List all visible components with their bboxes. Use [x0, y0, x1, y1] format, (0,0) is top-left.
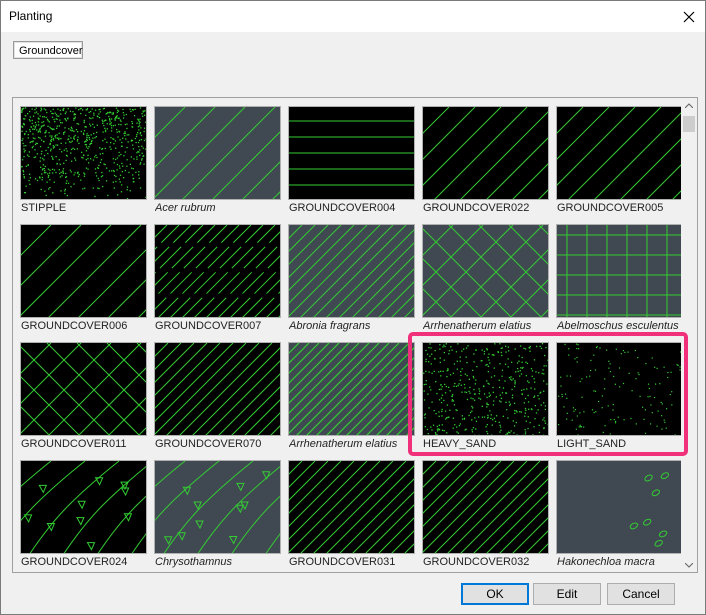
pattern-preview [557, 225, 682, 317]
pattern-preview [423, 461, 548, 553]
pattern-preview [155, 343, 280, 435]
pattern-preview [155, 461, 280, 553]
pattern-tile[interactable]: HEAVY_SAND [422, 342, 549, 458]
pattern-tile[interactable]: Chrysothamnus [154, 460, 281, 572]
pattern-label: GROUNDCOVER024 [21, 556, 128, 568]
pattern-label: Acer rubrum [155, 202, 216, 214]
pattern-swatch [154, 224, 281, 318]
pattern-tile[interactable]: Arrhenatherum elatius [288, 342, 415, 458]
pattern-preview [289, 461, 414, 553]
pattern-preview [289, 343, 414, 435]
window-title: Planting [9, 9, 53, 23]
pattern-preview [423, 343, 548, 435]
pattern-preview [21, 225, 146, 317]
pattern-swatch [556, 342, 683, 436]
pattern-tile[interactable]: Acer rubrum [154, 106, 281, 222]
pattern-tile[interactable]: GROUNDCOVER006 [20, 224, 147, 340]
scroll-down-arrow[interactable] [681, 558, 697, 572]
pattern-preview [423, 107, 548, 199]
planting-dialog: Planting Groundcover STIPPLE Acer rubrum G… [0, 0, 706, 615]
pattern-swatch [20, 106, 147, 200]
pattern-label: GROUNDCOVER004 [289, 202, 396, 214]
pattern-swatch [422, 342, 549, 436]
pattern-swatch [288, 460, 415, 554]
pattern-preview [21, 107, 146, 199]
pattern-tile[interactable]: GROUNDCOVER011 [20, 342, 147, 458]
pattern-preview [557, 461, 682, 553]
pattern-label: GROUNDCOVER005 [557, 202, 664, 214]
chevron-down-icon [685, 562, 693, 568]
pattern-label: Abelmoschus esculentus [557, 320, 679, 332]
pattern-tile[interactable]: Abelmoschus esculentus [556, 224, 683, 340]
chevron-up-icon [685, 102, 693, 108]
pattern-tile[interactable]: GROUNDCOVER024 [20, 460, 147, 572]
pattern-tile[interactable]: STIPPLE [20, 106, 147, 222]
pattern-swatch [20, 460, 147, 554]
pattern-swatch [422, 224, 549, 318]
pattern-swatch [556, 224, 683, 318]
pattern-swatch [556, 460, 683, 554]
pattern-swatch [422, 106, 549, 200]
pattern-label: Arrhenatherum elatius [289, 438, 398, 450]
pattern-tile[interactable]: LIGHT_SAND [556, 342, 683, 458]
pattern-label: GROUNDCOVER011 [21, 438, 127, 450]
pattern-preview [155, 107, 280, 199]
scroll-up-arrow[interactable] [681, 98, 697, 112]
pattern-tile[interactable]: Abronia fragrans [288, 224, 415, 340]
tab-groundcover[interactable]: Groundcover [13, 41, 83, 59]
pattern-label: LIGHT_SAND [557, 438, 627, 450]
pattern-tile[interactable]: GROUNDCOVER070 [154, 342, 281, 458]
pattern-preview [289, 225, 414, 317]
pattern-tile[interactable]: GROUNDCOVER032 [422, 460, 549, 572]
pattern-tile[interactable]: Hakonechloa macra [556, 460, 683, 572]
gallery-scrollbar[interactable] [681, 98, 697, 572]
pattern-preview [423, 225, 548, 317]
pattern-preview [155, 225, 280, 317]
pattern-swatch [556, 106, 683, 200]
pattern-label: STIPPLE [21, 202, 67, 214]
pattern-label: GROUNDCOVER006 [21, 320, 128, 332]
pattern-swatch [422, 460, 549, 554]
pattern-swatch [154, 460, 281, 554]
pattern-tile[interactable]: GROUNDCOVER004 [288, 106, 415, 222]
pattern-tile[interactable]: GROUNDCOVER005 [556, 106, 683, 222]
ok-button[interactable]: OK [461, 583, 529, 605]
pattern-tile[interactable]: GROUNDCOVER031 [288, 460, 415, 572]
pattern-label: GROUNDCOVER031 [289, 556, 396, 568]
pattern-preview [557, 343, 682, 435]
pattern-swatch [20, 224, 147, 318]
pattern-preview [21, 461, 146, 553]
pattern-label: Abronia fragrans [289, 320, 371, 332]
pattern-preview [557, 107, 682, 199]
pattern-label: GROUNDCOVER022 [423, 202, 530, 214]
pattern-gallery: STIPPLE Acer rubrum GROUNDCOVER004 GROUNDCO… [12, 97, 698, 573]
pattern-label: Hakonechloa macra [557, 556, 655, 568]
title-bar: Planting [1, 1, 705, 32]
pattern-swatch [154, 342, 281, 436]
pattern-swatch [288, 106, 415, 200]
close-icon [683, 11, 695, 22]
scroll-thumb[interactable] [683, 116, 695, 132]
pattern-label: GROUNDCOVER070 [155, 438, 262, 450]
pattern-label: HEAVY_SAND [423, 438, 497, 450]
cancel-button[interactable]: Cancel [607, 583, 675, 605]
edit-button[interactable]: Edit [533, 583, 601, 605]
pattern-tile[interactable]: GROUNDCOVER007 [154, 224, 281, 340]
pattern-preview [21, 343, 146, 435]
pattern-swatch [154, 106, 281, 200]
pattern-swatch [288, 342, 415, 436]
pattern-tile[interactable]: Arrhenatherum elatius [422, 224, 549, 340]
pattern-preview [289, 107, 414, 199]
pattern-label: Chrysothamnus [155, 556, 233, 568]
pattern-label: GROUNDCOVER007 [155, 320, 262, 332]
pattern-label: GROUNDCOVER032 [423, 556, 530, 568]
pattern-label: Arrhenatherum elatius [423, 320, 532, 332]
pattern-swatch [20, 342, 147, 436]
pattern-swatch [288, 224, 415, 318]
pattern-tile[interactable]: GROUNDCOVER022 [422, 106, 549, 222]
close-button[interactable] [673, 1, 705, 32]
